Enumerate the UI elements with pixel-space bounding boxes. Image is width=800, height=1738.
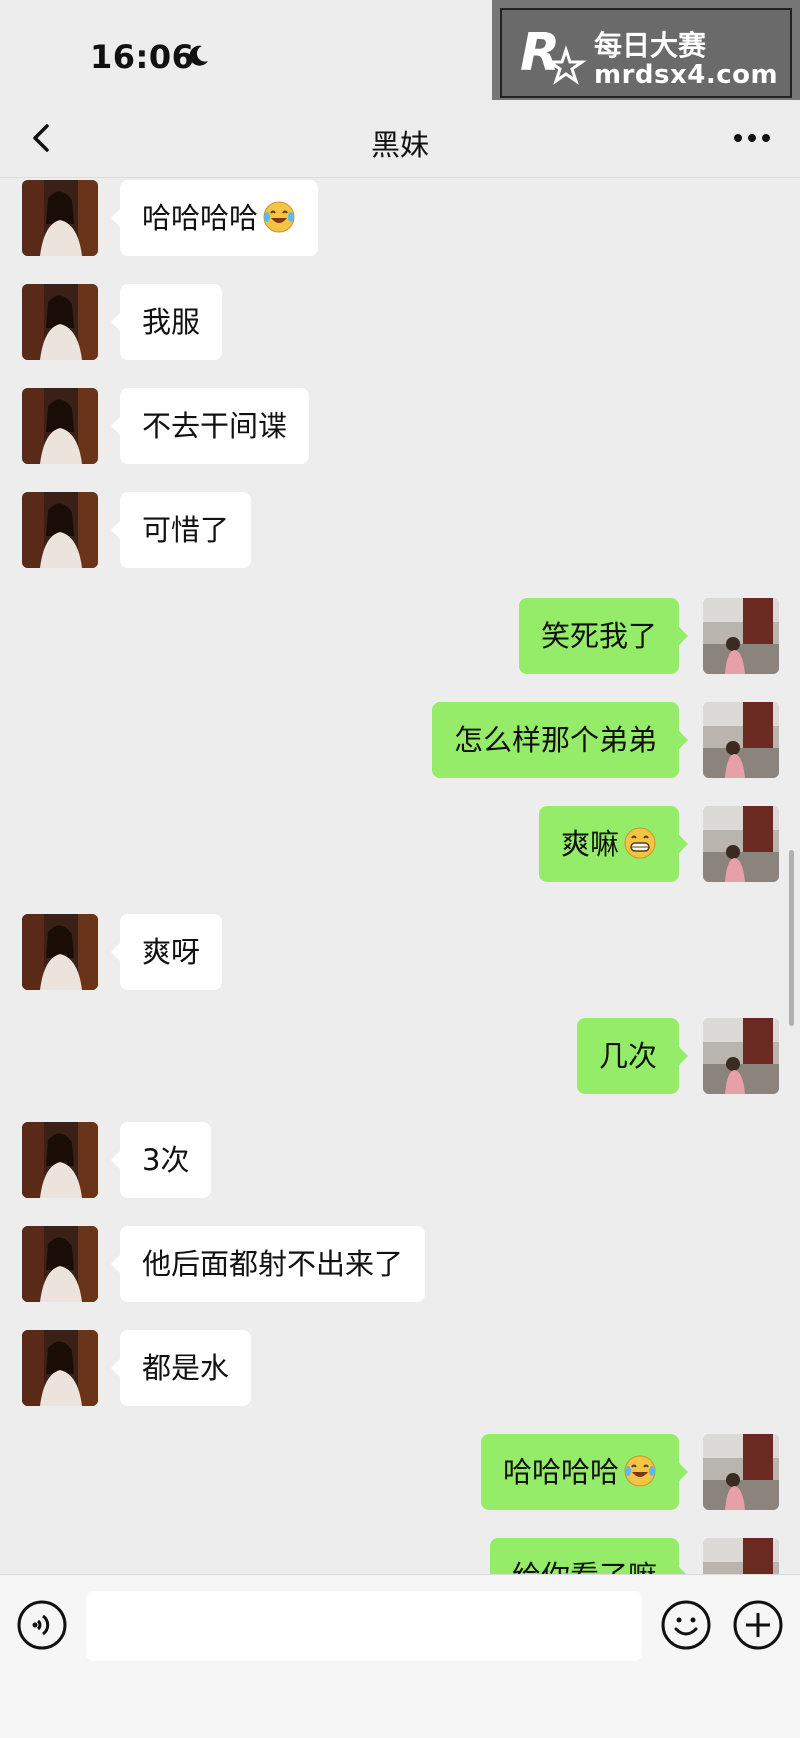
contact-avatar[interactable] [22, 180, 98, 256]
message-bubble[interactable]: 我服 [110, 284, 223, 360]
message-text: 爽呀 [142, 935, 201, 969]
r-star-logo: R [520, 24, 587, 85]
message-text: 都是水 [142, 1351, 230, 1385]
message-bubble[interactable]: 笑死我了 [518, 598, 689, 674]
my-avatar[interactable] [703, 702, 779, 778]
message-row-received: 可惜了 [0, 492, 800, 568]
message-text: 我服 [142, 305, 201, 339]
message-bubble[interactable]: 哈哈哈哈 [480, 1434, 689, 1510]
message-row-received: 3次 [0, 1122, 800, 1198]
message-text: 3次 [142, 1143, 190, 1177]
message-row-sent: 哈哈哈哈 [0, 1434, 800, 1510]
message-row-received: 不去干间谍 [0, 388, 800, 464]
message-text: 几次 [598, 1039, 657, 1073]
my-avatar[interactable] [703, 806, 779, 882]
message-bubble[interactable]: 哈哈哈哈 [110, 180, 319, 256]
my-avatar[interactable] [703, 1434, 779, 1510]
message-bubble[interactable]: 3次 [110, 1122, 212, 1198]
my-avatar[interactable] [703, 1538, 779, 1574]
message-row-received: 都是水 [0, 1330, 800, 1406]
contact-avatar[interactable] [22, 388, 98, 464]
message-row-sent: 爽嘛 [0, 806, 800, 882]
plus-circle-icon[interactable] [732, 1599, 784, 1651]
moon-icon [189, 45, 208, 66]
voice-icon[interactable] [16, 1599, 68, 1651]
message-bubble[interactable]: 爽嘛 [538, 806, 689, 882]
message-text: 哈哈哈哈 [502, 1455, 619, 1489]
message-text: 可惜了 [142, 513, 230, 547]
input-bar [0, 1574, 800, 1738]
status-time: 16:06 [90, 38, 195, 76]
chat-area[interactable]: 哈哈哈哈 我服 不去干间谍 可惜了 笑死我了 怎么样那个弟弟 爽嘛 爽呀 几次 3次 他后面都射不出… [0, 178, 800, 1574]
message-bubble[interactable]: 不去干间谍 [110, 388, 310, 464]
contact-avatar[interactable] [22, 1226, 98, 1302]
message-text: 不去干间谍 [142, 409, 288, 443]
message-text: 哈哈哈哈 [142, 201, 259, 235]
message-text: 爽嘛 [560, 827, 619, 861]
my-avatar[interactable] [703, 598, 779, 674]
more-dots-icon[interactable] [730, 120, 774, 156]
watermark: R 每日大赛 mrdsx4.com [492, 0, 800, 106]
message-row-received: 我服 [0, 284, 800, 360]
contact-avatar[interactable] [22, 284, 98, 360]
message-row-received: 他后面都射不出来了 [0, 1226, 800, 1302]
message-bubble[interactable]: 他后面都射不出来了 [110, 1226, 426, 1302]
scroll-indicator[interactable] [789, 850, 794, 1026]
message-row-sent: 给你看了嘛 [0, 1538, 800, 1574]
message-bubble[interactable]: 爽呀 [110, 914, 223, 990]
message-text: 给你看了嘛 [512, 1559, 657, 1574]
watermark-url: mrdsx4.com [594, 60, 779, 90]
contact-avatar[interactable] [22, 914, 98, 990]
message-bubble[interactable]: 怎么样那个弟弟 [431, 702, 689, 778]
my-avatar[interactable] [703, 1018, 779, 1094]
message-input[interactable] [86, 1591, 642, 1661]
message-row-received: 爽呀 [0, 914, 800, 990]
svg-text:R: R [520, 24, 560, 83]
contact-avatar[interactable] [22, 1330, 98, 1406]
contact-avatar[interactable] [22, 492, 98, 568]
smiley-icon[interactable] [660, 1599, 712, 1651]
message-bubble[interactable]: 可惜了 [110, 492, 252, 568]
message-row-sent: 怎么样那个弟弟 [0, 702, 800, 778]
message-bubble[interactable]: 几次 [576, 1018, 689, 1094]
message-bubble[interactable]: 都是水 [110, 1330, 252, 1406]
grin-emoji-icon [624, 827, 656, 859]
nav-bar: 黑妹 [0, 100, 800, 178]
contact-avatar[interactable] [22, 1122, 98, 1198]
tears-of-joy-emoji-icon [624, 1455, 656, 1487]
watermark-title: 每日大赛 [594, 29, 707, 62]
tears-of-joy-emoji-icon [263, 201, 295, 233]
message-row-sent: 笑死我了 [0, 598, 800, 674]
message-row-sent: 几次 [0, 1018, 800, 1094]
message-row-received: 哈哈哈哈 [0, 180, 800, 256]
message-text: 怎么样那个弟弟 [453, 723, 657, 757]
message-text: 他后面都射不出来了 [142, 1247, 404, 1281]
message-text: 笑死我了 [540, 619, 657, 653]
message-bubble[interactable]: 给你看了嘛 [489, 1538, 689, 1574]
chat-title: 黑妹 [370, 128, 429, 162]
